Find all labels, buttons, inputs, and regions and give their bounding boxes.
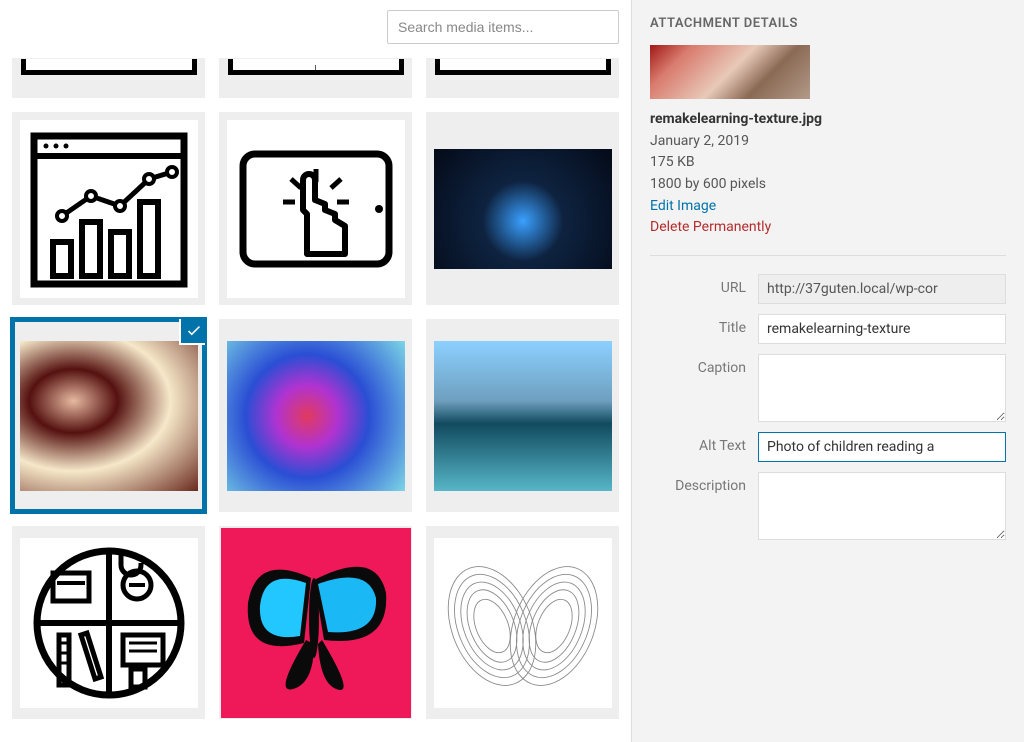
label-caption: Caption [650,354,758,376]
media-item-partial[interactable] [12,58,205,98]
media-item[interactable] [219,112,412,305]
label-url: URL [650,274,758,296]
chart-icon [20,120,198,298]
attractor-icon [434,538,612,708]
attachment-details-pane: ATTACHMENT DETAILS remakelearning-textur… [631,0,1024,742]
media-item[interactable] [219,526,412,719]
photo-thumbnail [434,341,612,491]
url-field[interactable] [758,274,1006,304]
attachment-dimensions: 1800 by 600 pixels [650,174,1006,196]
selected-check-icon[interactable] [179,319,205,345]
panel-heading: ATTACHMENT DETAILS [650,16,1006,31]
search-input[interactable] [387,10,619,44]
label-alt-text: Alt Text [650,432,758,454]
photo-thumbnail [221,528,411,718]
edit-image-link[interactable]: Edit Image [650,196,1006,218]
media-item[interactable] [426,319,619,512]
media-item-selected[interactable] [12,319,205,512]
search-row [12,0,619,58]
title-field[interactable] [758,314,1006,344]
media-item[interactable] [12,112,205,305]
tablet-touch-icon [227,120,405,298]
media-grid-partial-row: ↓ [12,58,619,98]
design-circle-icon [20,538,198,708]
alt-text-field[interactable] [758,432,1006,462]
attachment-meta: remakelearning-texture.jpg January 2, 20… [650,109,1006,196]
attachment-filename: remakelearning-texture.jpg [650,109,1006,131]
attachment-preview [650,45,810,99]
attachment-date: January 2, 2019 [650,131,1006,153]
photo-thumbnail [20,341,198,491]
description-field[interactable] [758,472,1006,540]
delete-permanently-link[interactable]: Delete Permanently [650,217,1006,239]
label-description: Description [650,472,758,494]
attachment-filesize: 175 KB [650,152,1006,174]
caption-field[interactable] [758,354,1006,422]
media-item-partial[interactable]: ↓ [219,58,412,98]
media-grid [12,112,619,719]
media-item[interactable] [426,526,619,719]
divider [650,255,1006,256]
media-item[interactable] [12,526,205,719]
media-item-partial[interactable] [426,58,619,98]
media-item[interactable] [426,112,619,305]
arrow-down-icon: ↓ [312,59,320,79]
media-library-pane: ↓ [0,0,631,742]
label-title: Title [650,314,758,336]
photo-thumbnail [227,341,405,491]
photo-thumbnail [434,149,612,269]
media-item[interactable] [219,319,412,512]
